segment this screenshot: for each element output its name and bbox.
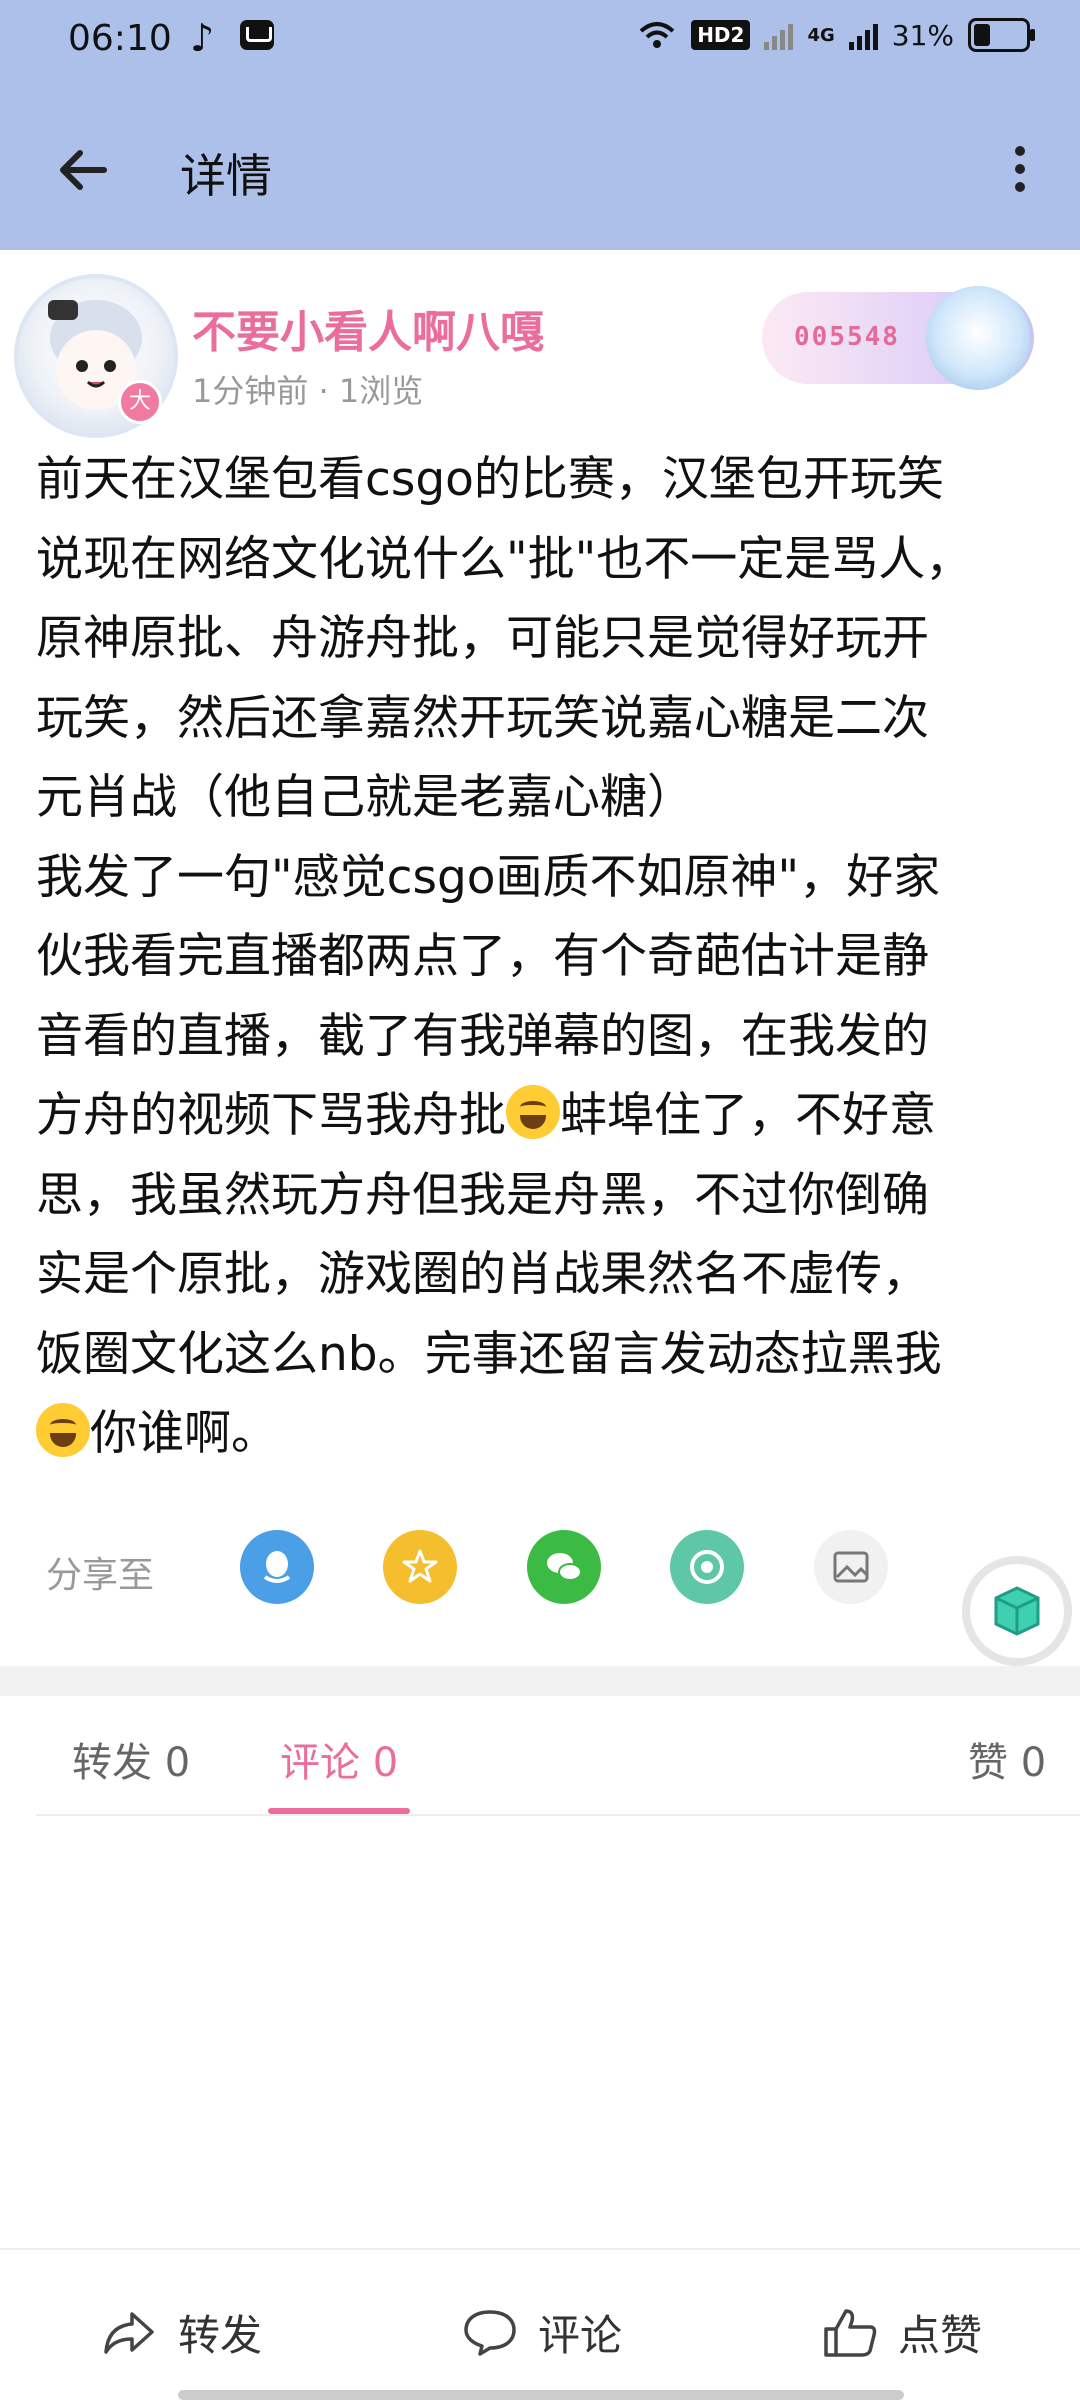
arrow-left-icon [60,150,107,190]
post-meta: 1分钟前 · 1浏览 [192,372,424,410]
laughing-tears-emoji-icon [506,1085,560,1139]
post-content-part1: 前天在汉堡包看csgo的比赛，汉堡包开玩笑 说现在网络文化说什么"批"也不一定是… [36,452,973,1143]
section-divider [0,1666,1080,1696]
battery-percent: 31% [891,18,954,52]
page-title: 详情 [180,149,272,203]
share-image-button[interactable] [814,1530,888,1604]
wifi-icon [639,22,675,48]
hd-voice-badge: HD2 [691,20,751,50]
tabs-bottom-border [36,1814,1080,1816]
image-share-icon [833,1551,869,1583]
network-type-label: 4G [807,24,835,46]
more-options-button[interactable] [1000,140,1040,200]
comment-button[interactable]: 评论 [462,2302,622,2363]
more-dot-icon [1015,164,1025,174]
navigation-handle[interactable] [178,2390,904,2400]
profile-decoration-card: 005548 [762,286,1034,390]
cube-icon [994,1586,1040,1636]
more-dot-icon [1015,146,1025,156]
thumbs-up-icon [824,2308,877,2357]
floating-widget-button[interactable] [962,1556,1072,1666]
like-label: 点赞 [898,2311,983,2360]
post-author-name[interactable]: 不要小看人啊八嘎 [192,296,544,360]
app-header: 06:10 ♪ HD2 4G 31% 详情 [0,0,1080,250]
mail-icon [240,20,274,50]
signal-icon-sim2 [848,20,878,50]
like-button[interactable]: 点赞 [822,2302,982,2363]
avatar-level-badge: 大 [118,380,162,424]
qzone-icon [402,1549,438,1583]
repost-button[interactable]: 转发 [100,2302,262,2363]
decoration-character-icon [926,286,1030,390]
share-qq-button[interactable] [240,1530,314,1604]
bottom-action-bar: 转发 评论 点赞 [0,2248,1080,2402]
post-content: 前天在汉堡包看csgo的比赛，汉堡包开玩笑 说现在网络文化说什么"批"也不一定是… [36,440,1046,1474]
signal-icon-sim1 [764,20,794,50]
comment-label: 评论 [538,2311,623,2360]
repost-label: 转发 [178,2311,263,2360]
status-time: 06:10 [68,18,172,59]
share-arrow-icon [104,2311,154,2354]
share-wechat-button[interactable] [527,1530,601,1604]
laughing-tears-emoji-icon [36,1403,90,1457]
more-dot-icon [1015,182,1025,192]
share-qzone-button[interactable] [383,1530,457,1604]
tab-likes[interactable]: 赞 0 [968,1730,1046,1788]
qq-icon [263,1551,291,1583]
battery-icon [968,18,1035,52]
status-bar: 06:10 ♪ HD2 4G 31% [0,0,1080,80]
status-icons: HD2 4G 31% [637,18,1035,52]
share-moments-button[interactable] [670,1530,744,1604]
moments-icon [690,1550,724,1584]
back-button[interactable] [50,135,120,205]
decoration-number: 005548 [794,322,900,352]
wechat-icon [547,1553,582,1581]
tab-comments[interactable]: 评论 0 [280,1730,398,1788]
tab-repost[interactable]: 转发 0 [72,1730,190,1788]
share-label: 分享至 [46,1555,155,1596]
music-note-icon: ♪ [190,16,215,60]
comment-bubble-icon [464,2309,516,2356]
post-content-part3: 你谁啊。 [90,1406,278,1461]
